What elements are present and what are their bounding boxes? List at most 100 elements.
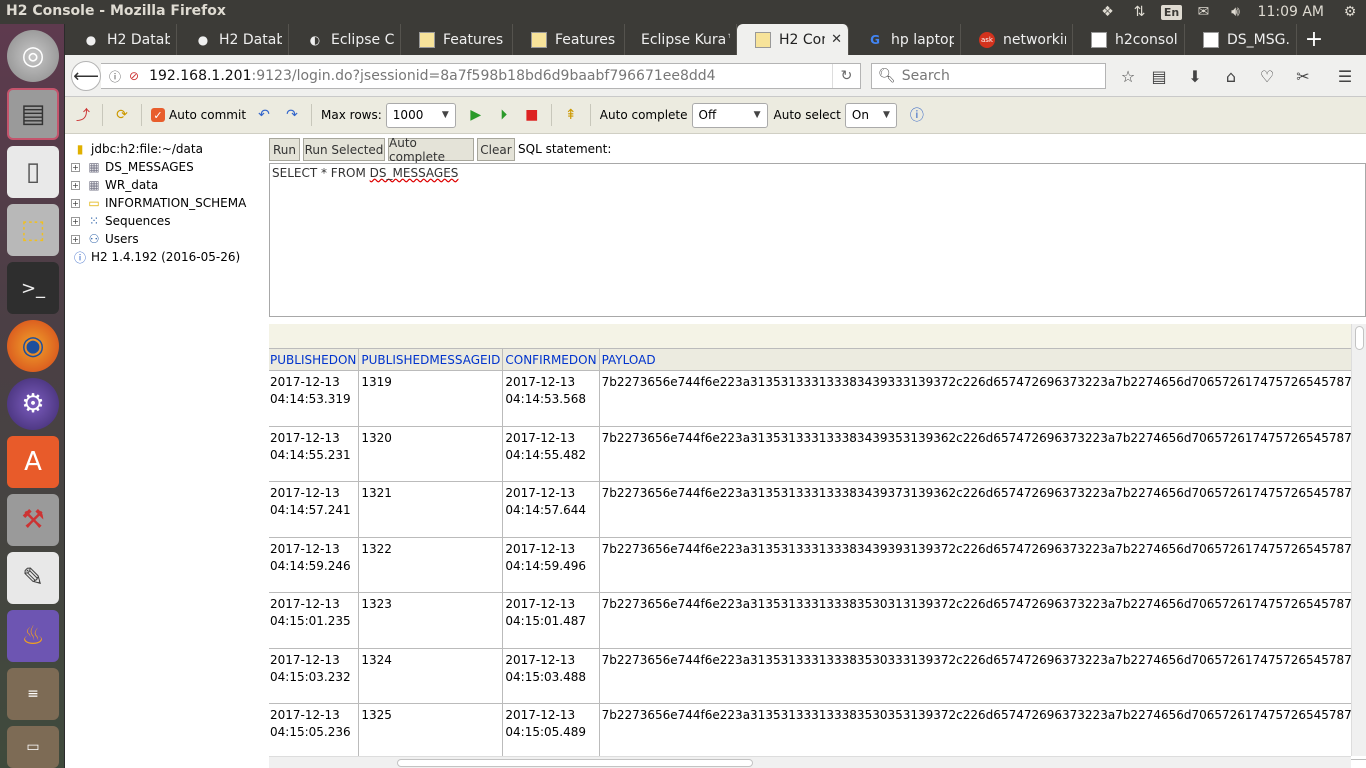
tree-connection[interactable]: ▮ jdbc:h2:file:~/data [72,140,203,158]
tab-features-2[interactable]: Features [513,24,625,55]
tab-ds-msg[interactable]: DS_MSG.p [1185,24,1297,55]
expand-icon[interactable]: + [71,216,80,226]
cell-payload[interactable]: 7b2273656e744f6e223a31353133313338353035… [598,703,1366,760]
tab-hp-laptop[interactable]: Ghp laptop [849,24,961,55]
info-icon[interactable]: ⓘ [109,68,121,85]
search-bar[interactable]: 🔍︎ Search [871,63,1106,89]
cell-payload[interactable]: 7b2273656e744f6e223a31353133313338353031… [598,592,1366,649]
tree-item-users[interactable]: + ⚇ Users [65,230,139,248]
scroll-thumb[interactable] [397,759,753,767]
run-icon[interactable]: ▶ [466,105,486,125]
tree-item-ds-messages[interactable]: + ▦ DS_MESSAGES [65,158,194,176]
help-icon[interactable]: ⓘ [907,105,927,125]
file-cabinet-icon[interactable]: ▤ [7,88,59,140]
terminal-icon[interactable]: >_ [7,262,59,314]
java-app-icon[interactable]: ♨ [7,610,59,662]
run-selected-icon[interactable]: ⏵ [494,105,514,125]
refresh-icon[interactable]: ⟳ [112,105,132,125]
cell-publishedon[interactable]: 2017-12-13 04:14:59.246 [269,536,360,593]
auto-commit-checkbox[interactable]: ✓ [151,108,165,122]
software-center-icon[interactable]: A [7,436,59,488]
column-header-payload[interactable]: PAYLOAD [598,348,1366,371]
expand-icon[interactable]: + [71,234,80,244]
stacked-apps-icon[interactable]: ≡ [7,668,59,720]
cell-confirmedon[interactable]: 2017-12-13 04:15:03.488 [502,647,600,704]
expand-icon[interactable]: + [71,198,80,208]
cell-publishedmessageid[interactable]: 1323 [358,592,504,649]
auto-complete-select[interactable]: Off ▼ [691,102,768,128]
tree-item-sequences[interactable]: + ⁙ Sequences [65,212,170,230]
tab-h2-database-1[interactable]: ● H2 Databa [65,24,177,55]
home-icon[interactable]: ⌂ [1218,63,1244,89]
reload-icon[interactable]: ↻ [832,64,860,88]
settings-gears-icon[interactable]: ⚙ [7,378,59,430]
screenshot-icon[interactable]: ✂ [1290,63,1316,89]
sql-editor[interactable]: SELECT * FROM DS_MESSAGES [269,163,1366,317]
new-tab-button[interactable]: + [1297,24,1331,55]
tab-close-icon[interactable]: ✕ [831,32,842,47]
cell-publishedon[interactable]: 2017-12-13 04:15:03.232 [269,647,360,704]
cell-publishedmessageid[interactable]: 1320 [358,425,504,482]
mail-icon[interactable]: ✉ [1188,0,1220,24]
cell-publishedon[interactable]: 2017-12-13 04:15:05.236 [269,703,360,760]
clock[interactable]: 11:09 AM [1252,4,1334,20]
bookmark-star-icon[interactable]: ☆ [1115,63,1141,89]
cell-publishedmessageid[interactable]: 1322 [358,536,504,593]
cell-publishedon[interactable]: 2017-12-13 04:14:57.241 [269,481,360,538]
run-button[interactable]: Run [269,138,300,161]
run-selected-button[interactable]: Run Selected [303,138,385,161]
cell-confirmedon[interactable]: 2017-12-13 04:14:57.644 [502,481,600,538]
tree-item-information-schema[interactable]: + ▭ INFORMATION_SCHEMA [65,194,246,212]
cell-payload[interactable]: 7b2273656e744f6e223a31353133313338343937… [598,481,1366,538]
tree-item-wr-data[interactable]: + ▦ WR_data [65,176,158,194]
scroll-thumb[interactable] [1355,326,1364,350]
trash-icon[interactable]: ▭ [7,726,59,768]
column-header-publishedon[interactable]: PUBLISHEDON [269,348,360,371]
url-bar[interactable]: ⓘ ⊘ 192.168.1.201:9123/login.do?jsession… [101,63,861,89]
tab-eclipse-kura[interactable]: Eclipse Kura™ [625,24,737,55]
cell-publishedon[interactable]: 2017-12-13 04:14:53.319 [269,370,360,427]
hamburger-menu-icon[interactable]: ☰ [1332,63,1358,89]
ubuntu-dash-icon[interactable]: ◎ [7,30,59,82]
power-gear-icon[interactable]: ⚙ [1334,0,1366,24]
system-settings-icon[interactable]: ⚒ [7,494,59,546]
pocket-icon[interactable]: ♡ [1254,63,1280,89]
vertical-scrollbar[interactable] [1351,324,1366,756]
back-button[interactable]: ⟵ [71,61,101,91]
horizontal-scrollbar[interactable] [269,756,1351,768]
column-header-confirmedon[interactable]: CONFIRMEDON [502,348,600,371]
cell-confirmedon[interactable]: 2017-12-13 04:14:55.482 [502,425,600,482]
network-arrows-icon[interactable]: ⇅ [1124,0,1156,24]
cell-payload[interactable]: 7b2273656e744f6e223a31353133313338353033… [598,647,1366,704]
downloads-icon[interactable]: ⬇ [1182,63,1208,89]
tab-h2-console[interactable]: H2 Cons ✕ [737,24,849,55]
stop-icon[interactable]: ■ [522,105,542,125]
reading-list-icon[interactable]: ▤ [1146,63,1172,89]
cell-payload[interactable]: 7b2273656e744f6e223a31353133313338343935… [598,425,1366,482]
auto-select-select[interactable]: On ▼ [844,102,897,128]
cube-app-icon[interactable]: ⬚ [7,204,59,256]
expand-icon[interactable]: + [71,180,80,190]
cell-publishedmessageid[interactable]: 1325 [358,703,504,760]
insecure-lock-icon[interactable]: ⊘ [129,69,139,83]
firefox-icon[interactable]: ◉ [7,320,59,372]
history-icon[interactable]: ⇞ [561,105,581,125]
cell-publishedmessageid[interactable]: 1319 [358,370,504,427]
cell-payload[interactable]: 7b2273656e744f6e223a31353133313338343933… [598,370,1366,427]
tab-h2-database-2[interactable]: ● H2 Databa [177,24,289,55]
commit-icon[interactable]: ↷ [282,105,302,125]
cell-confirmedon[interactable]: 2017-12-13 04:15:05.489 [502,703,600,760]
column-header-publishedmessageid[interactable]: PUBLISHEDMESSAGEID [358,348,504,371]
volume-icon[interactable]: 🔊︎ [1220,0,1252,24]
document-viewer-icon[interactable]: ▯ [7,146,59,198]
disconnect-icon[interactable]: ⤴ [73,105,93,125]
tab-features-1[interactable]: Features [401,24,513,55]
max-rows-select[interactable]: 1000 ▼ [385,102,456,128]
keyboard-layout-indicator[interactable]: En [1156,0,1188,24]
clear-button[interactable]: Clear [477,138,515,161]
cell-confirmedon[interactable]: 2017-12-13 04:15:01.487 [502,592,600,649]
dropbox-icon[interactable]: ❖ [1092,0,1124,24]
cell-publishedon[interactable]: 2017-12-13 04:14:55.231 [269,425,360,482]
cell-publishedon[interactable]: 2017-12-13 04:15:01.235 [269,592,360,649]
auto-complete-button[interactable]: Auto complete [388,136,474,164]
